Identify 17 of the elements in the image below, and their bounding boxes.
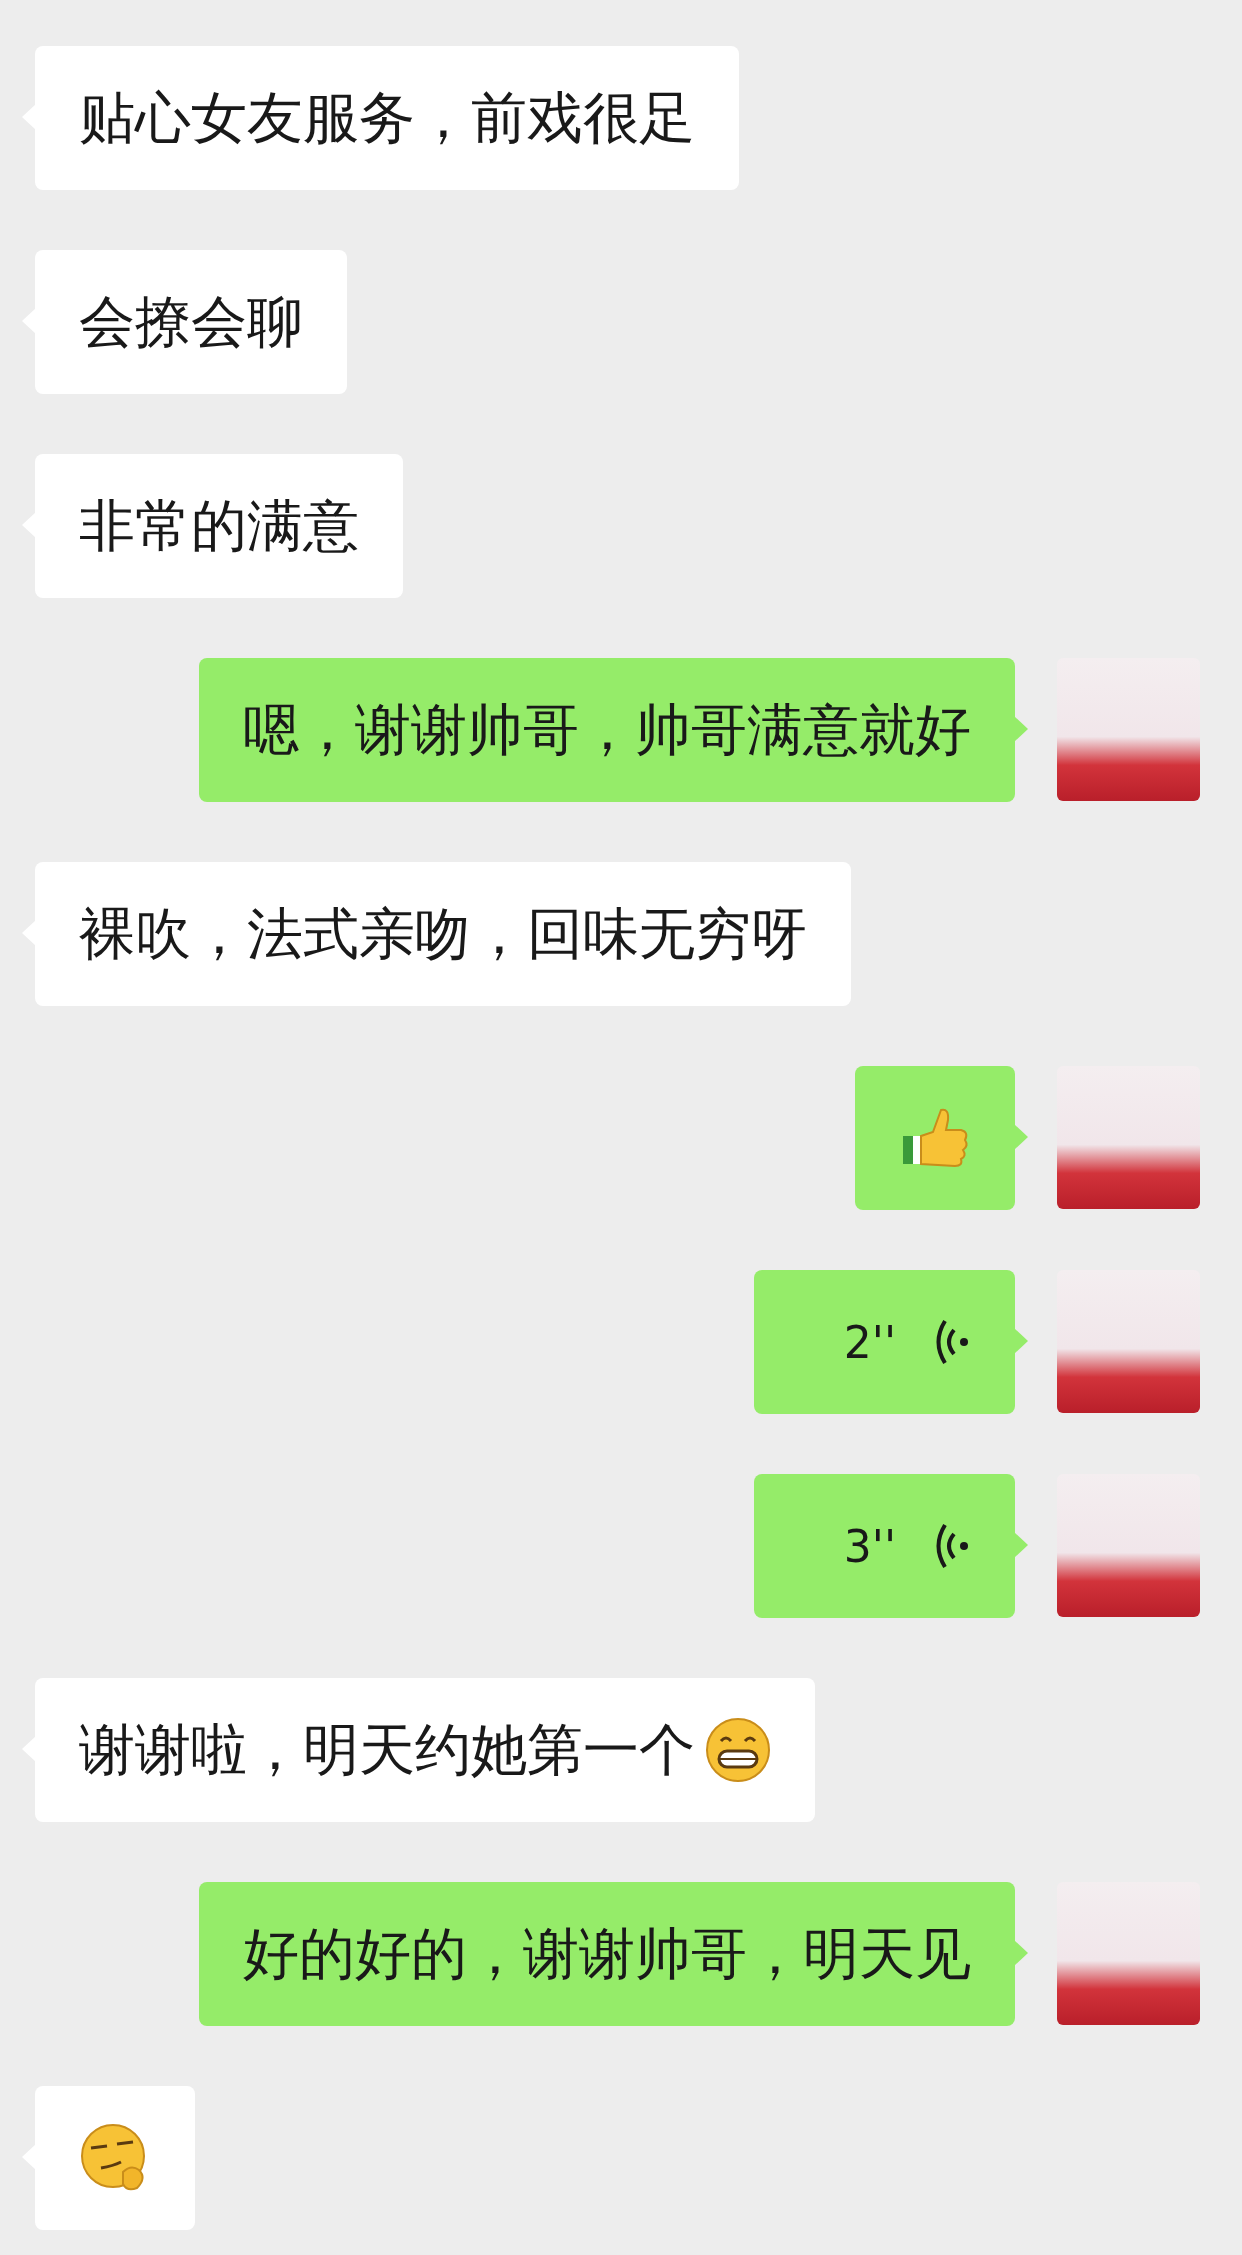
message-text: 非常的满意 xyxy=(79,492,359,560)
avatar-photo[interactable] xyxy=(1057,658,1200,801)
voice-wave-icon xyxy=(936,1522,970,1570)
avatar-photo[interactable] xyxy=(1057,1474,1200,1617)
message-text: 好的好的，谢谢帅哥，明天见 xyxy=(243,1920,971,1988)
message-text: 贴心女友服务，前戏很足 xyxy=(79,84,695,152)
avatar-photo[interactable] xyxy=(1057,1270,1200,1413)
voice-duration: 2'' xyxy=(843,1316,896,1368)
message-text: 会撩会聊 xyxy=(79,288,303,356)
message-text: 裸吹，法式亲吻，回味无穷呀 xyxy=(79,900,807,968)
message-text: 谢谢啦，明天约她第一个 xyxy=(79,1716,695,1784)
avatar-photo[interactable] xyxy=(1057,1882,1200,2025)
message-text: 嗯，谢谢帅哥，帅哥满意就好 xyxy=(243,696,971,764)
avatar-photo[interactable] xyxy=(1057,1066,1200,1209)
grinning-face-icon xyxy=(705,1717,771,1783)
voice-wave-icon xyxy=(936,1318,970,1366)
voice-duration: 3'' xyxy=(843,1520,896,1572)
